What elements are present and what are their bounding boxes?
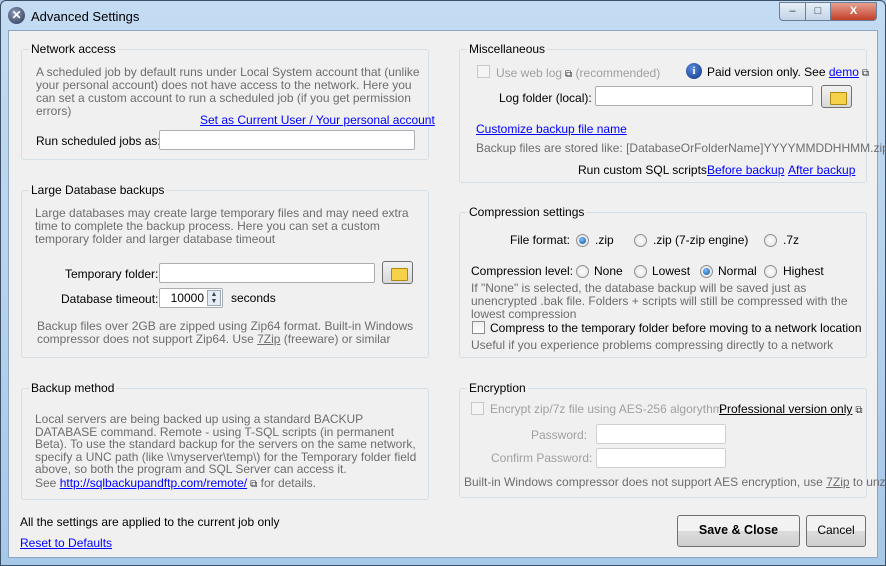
custom-sql-label: Run custom SQL scripts: bbox=[578, 163, 711, 177]
backup-method-group: Backup method Local servers are being ba… bbox=[21, 381, 429, 500]
recommended-text: (recommended) bbox=[575, 66, 661, 80]
encrypt-checkbox[interactable] bbox=[471, 402, 484, 415]
log-folder-label: Log folder (local): bbox=[499, 91, 592, 105]
browse-temp-folder-button[interactable] bbox=[382, 261, 413, 284]
aes-note: Built-in Windows compressor does not sup… bbox=[464, 475, 827, 489]
zip64-note: Backup files over 2GB are zipped using Z… bbox=[37, 320, 422, 346]
compression-level-label: Compression level: bbox=[471, 264, 574, 278]
external-link-icon: ⧉ bbox=[250, 479, 258, 490]
level-none-radio[interactable] bbox=[576, 265, 589, 278]
encrypt-label: Encrypt zip/7z file using AES-256 algory… bbox=[490, 402, 723, 416]
7zip-link[interactable]: 7Zip bbox=[257, 332, 280, 346]
external-link-icon: ⧉ bbox=[565, 69, 573, 80]
timeout-unit: seconds bbox=[231, 291, 276, 305]
group-title: Miscellaneous bbox=[467, 42, 548, 56]
compression-group: Compression settings File format: .zip .… bbox=[459, 205, 867, 358]
zip64-note-suffix: (freeware) or similar bbox=[280, 332, 391, 346]
external-link-icon: ⧉ bbox=[855, 405, 863, 416]
group-title: Encryption bbox=[467, 381, 528, 395]
aes-note-suffix: to unzip bbox=[852, 475, 886, 489]
professional-version-link[interactable]: Professional version only bbox=[719, 402, 852, 416]
temp-folder-label: Temporary folder: bbox=[65, 267, 159, 281]
confirm-password-input[interactable] bbox=[596, 448, 726, 468]
level-lowest-radio[interactable] bbox=[634, 265, 647, 278]
compress-temp-note: Useful if you experience problems compre… bbox=[471, 338, 834, 352]
paid-note: Paid version only. See bbox=[707, 65, 826, 79]
dialog-client: Network access A scheduled job by defaul… bbox=[8, 30, 886, 558]
level-highest-label[interactable]: Highest bbox=[783, 264, 824, 278]
save-close-button[interactable]: Save & Close bbox=[677, 515, 800, 547]
format-zip-radio[interactable] bbox=[576, 234, 589, 247]
after-backup-link[interactable]: After backup bbox=[788, 163, 855, 177]
minimize-button[interactable]: ‒ bbox=[779, 2, 806, 21]
format-7z-label[interactable]: .7z bbox=[783, 233, 799, 247]
demo-link[interactable]: demo bbox=[829, 65, 859, 79]
file-format-label: File format: bbox=[510, 233, 571, 247]
compress-temp-label[interactable]: Compress to the temporary folder before … bbox=[490, 321, 862, 335]
customize-file-name-link[interactable]: Customize backup file name bbox=[476, 122, 627, 136]
large-db-description: Large databases may create large tempora… bbox=[35, 206, 409, 246]
none-note: If "None" is selected, the database back… bbox=[471, 281, 848, 321]
close-button[interactable]: X bbox=[830, 2, 877, 21]
backup-method-description: Local servers are being backed up using … bbox=[35, 412, 417, 476]
level-normal-label[interactable]: Normal bbox=[718, 264, 757, 278]
temp-folder-input[interactable] bbox=[159, 263, 375, 283]
confirm-password-label: Confirm Password: bbox=[491, 451, 593, 465]
timeout-value: 10000 bbox=[170, 291, 204, 305]
level-normal-radio[interactable] bbox=[700, 265, 713, 278]
format-7zip-engine-radio[interactable] bbox=[634, 234, 647, 247]
network-description: A scheduled job by default runs under Lo… bbox=[36, 65, 420, 118]
group-title: Network access bbox=[29, 42, 118, 56]
reset-defaults-link[interactable]: Reset to Defaults bbox=[20, 536, 112, 550]
format-zip-label[interactable]: .zip bbox=[595, 233, 614, 247]
run-as-input[interactable] bbox=[159, 130, 415, 150]
use-web-log-label: Use web log bbox=[496, 66, 563, 80]
level-highest-radio[interactable] bbox=[764, 265, 777, 278]
info-icon: i bbox=[686, 63, 702, 79]
stepper-arrows-icon[interactable]: ▲ ▼ bbox=[207, 290, 221, 306]
group-title: Compression settings bbox=[467, 205, 587, 219]
browse-log-folder-button[interactable] bbox=[821, 85, 852, 108]
format-7z-radio[interactable] bbox=[764, 234, 777, 247]
before-backup-link[interactable]: Before backup bbox=[707, 163, 784, 177]
external-link-icon: ⧉ bbox=[861, 68, 870, 79]
large-db-group: Large Database backups Large databases m… bbox=[21, 183, 429, 358]
remote-link[interactable]: http://sqlbackupandftp.com/remote/ bbox=[60, 476, 247, 490]
run-as-label: Run scheduled jobs as: bbox=[36, 134, 161, 148]
set-current-user-link[interactable]: Set as Current User / Your personal acco… bbox=[200, 113, 435, 127]
misc-group: Miscellaneous Use web log ⧉ (recommended)… bbox=[459, 42, 886, 183]
log-folder-input[interactable] bbox=[595, 86, 813, 106]
password-label: Password: bbox=[531, 428, 588, 442]
window-title: Advanced Settings bbox=[31, 9, 140, 24]
cancel-button[interactable]: Cancel bbox=[806, 515, 866, 547]
timeout-stepper[interactable]: 10000 ▲ ▼ bbox=[159, 288, 223, 308]
stored-like-text: Backup files are stored like: [DatabaseO… bbox=[476, 141, 886, 155]
compress-temp-checkbox[interactable] bbox=[472, 321, 485, 334]
app-icon: ✕ bbox=[8, 7, 25, 24]
use-web-log-checkbox[interactable] bbox=[477, 65, 490, 78]
level-lowest-label[interactable]: Lowest bbox=[652, 264, 690, 278]
password-input[interactable] bbox=[596, 424, 726, 444]
group-title: Backup method bbox=[29, 381, 117, 395]
details-text: for details. bbox=[260, 476, 316, 490]
encryption-group: Encryption Encrypt zip/7z file using AES… bbox=[459, 381, 886, 498]
format-7zip-engine-label[interactable]: .zip (7-zip engine) bbox=[653, 233, 748, 247]
7zip-unzip-link[interactable]: 7Zip bbox=[826, 475, 849, 489]
maximize-button[interactable]: □ bbox=[805, 2, 831, 21]
see-text: See bbox=[35, 476, 57, 490]
applied-note: All the settings are applied to the curr… bbox=[20, 515, 280, 529]
network-access-group: Network access A scheduled job by defaul… bbox=[21, 42, 435, 160]
level-none-label[interactable]: None bbox=[594, 264, 623, 278]
group-title: Large Database backups bbox=[29, 183, 167, 197]
timeout-label: Database timeout: bbox=[61, 292, 159, 306]
